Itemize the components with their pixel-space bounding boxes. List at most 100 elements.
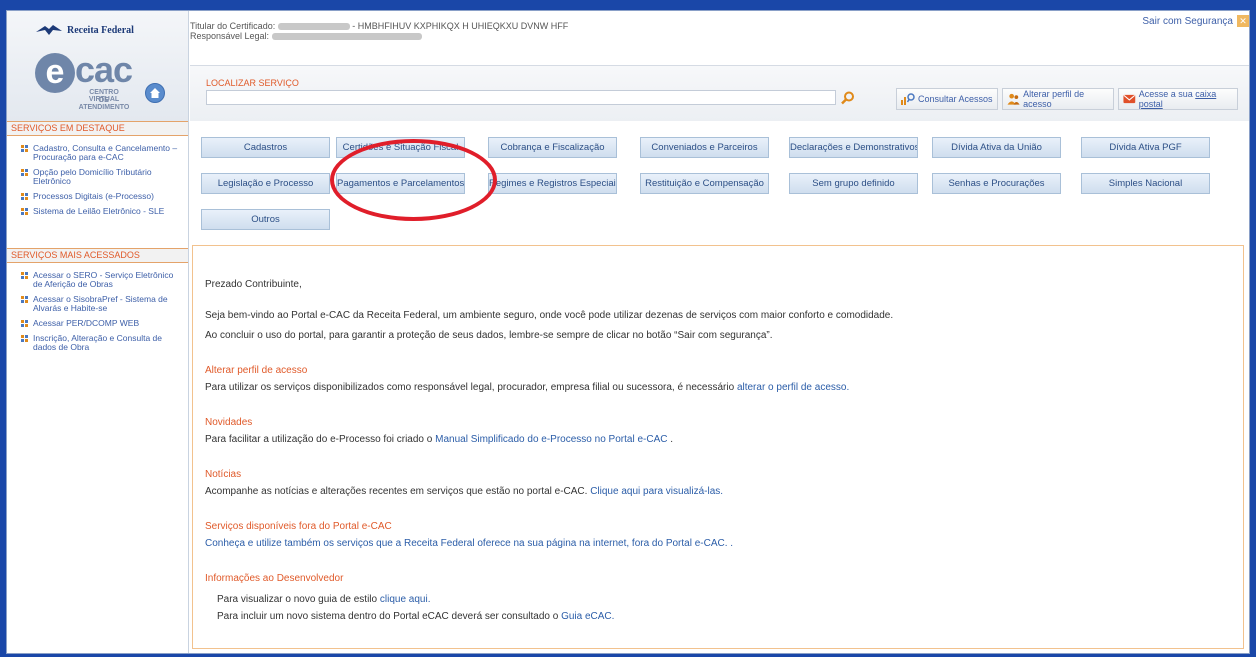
service-legislacao[interactable]: Legislação e Processo [201,173,330,194]
caixa-postal-prefix: Acesse a sua [1138,89,1196,99]
list-item-label: Acessar o SERO - Serviço Eletrônico de A… [33,270,174,289]
perfil-heading: Alterar perfil de acesso [205,365,308,376]
users-icon [1007,93,1020,105]
noticias-heading: Notícias [205,469,242,480]
list-item-label: Acessar o SisobraPref - Sistema de Alvar… [33,294,168,313]
ecac-subtitle-2: DE ATENDIMENTO [78,97,130,111]
service-declaracoes[interactable]: Declarações e Demonstrativos [789,137,918,158]
logout-link[interactable]: Sair com Segurança ✕ [1142,15,1249,27]
guia-ecac-link[interactable]: Guia eCAC. [561,611,614,622]
dev-heading: Informações ao Desenvolvedor [205,573,344,584]
star-bullet-icon [21,193,28,200]
titular-value: - HMBHFIHUV KXPHIKQX H UHIEQKXU DVNW HFF [352,21,569,31]
service-pagamentos[interactable]: Pagamentos e Parcelamentos [336,173,465,194]
main-content: Cadastros Certidões e Situação Fiscal Co… [190,121,1249,653]
certificate-info: Titular do Certificado: - HMBHFIHUV KXPH… [190,21,568,41]
search-label: LOCALIZAR SERVIÇO [206,78,299,88]
service-cadastros[interactable]: Cadastros [201,137,330,158]
masked-value [277,23,350,31]
sidebar: SERVIÇOS EM DESTAQUE Cadastro, Consulta … [7,121,189,653]
star-bullet-icon [21,145,28,152]
novidades-heading: Novidades [205,417,253,428]
list-item[interactable]: Sistema de Leilão Eletrônico - SLE [21,207,184,216]
star-bullet-icon [21,272,28,279]
list-item-label: Inscrição, Alteração e Consulta de dados… [33,333,162,352]
service-simples[interactable]: Simples Nacional [1081,173,1210,194]
consultar-acessos-button[interactable]: Consultar Acessos [896,88,998,110]
mail-icon [1123,94,1136,104]
intro-2: Ao concluir o uso do portal, para garant… [205,330,773,341]
service-sem-grupo[interactable]: Sem grupo definido [789,173,918,194]
acessados-heading: SERVIÇOS MAIS ACESSADOS [7,248,188,263]
responsavel-label: Responsável Legal: [190,31,270,41]
list-item[interactable]: Inscrição, Alteração e Consulta de dados… [21,334,184,352]
search-input[interactable] [206,90,836,105]
list-item[interactable]: Acessar o SERO - Serviço Eletrônico de A… [21,271,184,289]
list-item-label: Processos Digitais (e-Processo) [33,191,154,201]
service-restituicao[interactable]: Restituição e Compensação [640,173,769,194]
consultar-acessos-label: Consultar Acessos [918,94,993,104]
receita-federal-logo[interactable]: Receita Federal [35,23,134,37]
service-cobranca[interactable]: Cobrança e Fiscalização [488,137,617,158]
service-senhas[interactable]: Senhas e Procurações [932,173,1061,194]
search-icon[interactable] [840,90,856,106]
brand-name: Receita Federal [67,24,134,36]
star-bullet-icon [21,296,28,303]
welcome-panel: Prezado Contribuinte, Seja bem-vindo ao … [192,245,1244,649]
fora-heading: Serviços disponíveis fora do Portal e-CA… [205,521,392,532]
perfil-text: Para utilizar os serviços disponibilizad… [205,382,737,393]
list-item[interactable]: Acessar PER/DCOMP WEB [21,319,184,328]
home-icon [150,88,160,98]
dev-1-text: Para visualizar o novo guia de estilo [217,594,380,605]
service-outros[interactable]: Outros [201,209,330,230]
list-item[interactable]: Acessar o SisobraPref - Sistema de Alvar… [21,295,184,313]
greeting: Prezado Contribuinte, [205,279,302,290]
ecac-name: cac [75,49,133,90]
header: Titular do Certificado: - HMBHFIHUV KXPH… [190,11,1249,121]
star-bullet-icon [21,320,28,327]
acessados-list: Acessar o SERO - Serviço Eletrônico de A… [7,263,188,366]
intro-1: Seja bem-vindo ao Portal e-CAC da Receit… [205,310,894,321]
service-divida-pgf[interactable]: Dívida Ativa PGF [1081,137,1210,158]
list-item[interactable]: Opção pelo Domicílio Tributário Eletrôni… [21,168,184,186]
eagle-icon [36,25,62,35]
list-item-label: Sistema de Leilão Eletrônico - SLE [33,206,165,216]
noticias-link[interactable]: Clique aqui para visualizá-las. [590,486,723,497]
ecac-letter: e [35,53,75,93]
home-button[interactable] [145,83,165,103]
alterar-perfil-label: Alterar perfil de acesso [1023,89,1085,109]
alterar-perfil-button[interactable]: Alterar perfil de acesso [1002,88,1114,110]
novidades-end: . [667,434,674,445]
caixa-postal-button[interactable]: Acesse a sua caixa postal [1118,88,1238,110]
alterar-perfil-link[interactable]: alterar o perfil de acesso. [737,382,849,393]
chart-search-icon [901,93,915,105]
list-item[interactable]: Cadastro, Consulta e Cancelamento – Proc… [21,144,184,162]
novidades-text: Para facilitar a utilização do e-Process… [205,434,436,445]
logo-area: Receita Federal e cac CENTRO VIRTUAL DE … [7,11,189,121]
guia-estilo-link[interactable]: clique aqui. [380,594,431,605]
logout-label: Sair com Segurança [1142,15,1233,27]
app-window: Receita Federal e cac CENTRO VIRTUAL DE … [6,10,1250,654]
masked-value [271,33,422,41]
titular-label: Titular do Certificado: [190,21,276,31]
star-bullet-icon [21,169,28,176]
list-item[interactable]: Processos Digitais (e-Processo) [21,192,184,201]
service-regimes[interactable]: Regimes e Registros Especiais [488,173,617,194]
list-item-label: Opção pelo Domicílio Tributário Eletrôni… [33,167,152,186]
noticias-text: Acompanhe as notícias e alterações recen… [205,486,591,497]
destaque-list: Cadastro, Consulta e Cancelamento – Proc… [7,136,188,230]
star-bullet-icon [21,208,28,215]
close-icon: ✕ [1237,15,1249,27]
manual-link[interactable]: Manual Simplificado do e-Processo no Por… [435,434,667,445]
service-divida-uniao[interactable]: Dívida Ativa da União [932,137,1061,158]
destaque-heading: SERVIÇOS EM DESTAQUE [7,121,188,136]
fora-link[interactable]: Conheça e utilize também os serviços que… [205,537,1231,550]
service-certidoes[interactable]: Certidões e Situação Fiscal [336,137,465,158]
list-item-label: Acessar PER/DCOMP WEB [33,318,140,328]
ecac-logo: e cac CENTRO VIRTUAL DE ATENDIMENTO [35,49,135,111]
star-bullet-icon [21,335,28,342]
service-conveniados[interactable]: Conveniados e Parceiros [640,137,769,158]
search-area: LOCALIZAR SERVIÇO Consultar Acessos Alte… [190,65,1249,121]
list-item-label: Cadastro, Consulta e Cancelamento – Proc… [33,143,178,162]
dev-2-text: Para incluir um novo sistema dentro do P… [217,611,562,622]
